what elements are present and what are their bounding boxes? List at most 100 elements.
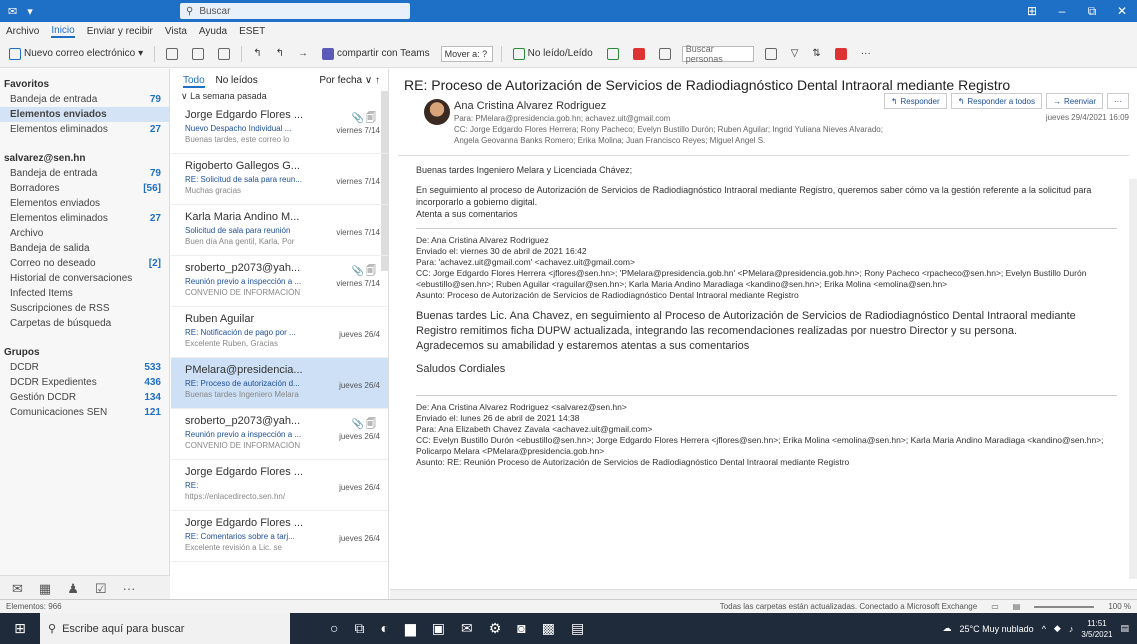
- weather-label[interactable]: 25°C Muy nublado: [960, 624, 1034, 634]
- calendar-icon[interactable]: ▦: [39, 581, 51, 597]
- group-item[interactable]: Comunicaciones SEN 121: [0, 405, 169, 420]
- reading-scrollbar[interactable]: [1129, 179, 1137, 579]
- folder-item[interactable]: Borradores [56]: [0, 181, 169, 196]
- tab-all[interactable]: Todo: [183, 74, 205, 88]
- filter-button[interactable]: ▽: [788, 46, 802, 61]
- rules-button[interactable]: [656, 46, 674, 62]
- favorites-header[interactable]: Favoritos: [0, 77, 169, 92]
- tray-chevron-icon[interactable]: ^: [1042, 624, 1046, 634]
- flag-button[interactable]: [630, 46, 648, 62]
- group-count: 436: [144, 377, 161, 388]
- folder-item[interactable]: Elementos enviados: [0, 107, 169, 122]
- notification-icon[interactable]: ▤: [1120, 623, 1129, 634]
- list-item[interactable]: Jorge Edgardo Flores ... Nuevo Despacho …: [171, 103, 388, 154]
- edge-icon[interactable]: ◐: [380, 620, 388, 637]
- mail-icon[interactable]: ✉: [461, 620, 473, 637]
- quick-access-dropdown-icon[interactable]: ▾: [27, 5, 33, 18]
- people-icon[interactable]: ♟: [67, 581, 79, 597]
- reply-all-button[interactable]: ↰: [273, 46, 287, 61]
- more-nav-icon[interactable]: ···: [123, 581, 136, 596]
- sort-dropdown[interactable]: Por fecha ∨ ↑: [319, 75, 380, 86]
- clock[interactable]: 11:51 3/5/2021: [1081, 618, 1112, 640]
- group-item[interactable]: DCDR 533: [0, 360, 169, 375]
- menu-vista[interactable]: Vista: [165, 26, 187, 37]
- zoom-level[interactable]: 100 %: [1108, 602, 1131, 611]
- windows-start-icon[interactable]: ⊞: [0, 620, 40, 637]
- close-icon[interactable]: ✕: [1107, 4, 1137, 18]
- cortana-icon[interactable]: ○: [330, 620, 338, 637]
- tab-unread[interactable]: No leídos: [215, 75, 257, 86]
- group-item[interactable]: Gestión DCDR 134: [0, 390, 169, 405]
- menu-eset[interactable]: ESET: [239, 26, 265, 37]
- move-button[interactable]: [215, 46, 233, 62]
- folder-item[interactable]: Bandeja de entrada 79: [0, 92, 169, 107]
- apps-button[interactable]: [832, 46, 850, 62]
- list-item-selected[interactable]: PMelara@presidencia... RE: Proceso de au…: [171, 358, 388, 409]
- normal-view-icon[interactable]: ▭: [991, 602, 999, 611]
- folder-item[interactable]: Bandeja de salida: [0, 241, 169, 256]
- list-item[interactable]: sroberto_p2073@yah... Reunión previo a i…: [171, 256, 388, 307]
- folder-item[interactable]: Elementos enviados: [0, 196, 169, 211]
- reading-horizontal-scrollbar[interactable]: [390, 589, 1137, 599]
- word-icon[interactable]: ▤: [571, 620, 584, 637]
- new-email-button[interactable]: Nuevo correo electrónico ▾: [6, 46, 146, 62]
- list-item[interactable]: Jorge Edgardo Flores ... RE: Comentarios…: [171, 511, 388, 562]
- menu-enviar-recibir[interactable]: Enviar y recibir: [87, 26, 153, 37]
- ribbon-display-icon[interactable]: ⊞: [1017, 4, 1047, 18]
- avatar[interactable]: [424, 99, 450, 125]
- search-people-input[interactable]: Buscar personas: [681, 44, 754, 64]
- folder-item[interactable]: Historial de conversaciones: [0, 271, 169, 286]
- more-ribbon-button[interactable]: ···: [858, 46, 874, 61]
- groups-header[interactable]: Grupos: [0, 345, 169, 360]
- task-view-icon[interactable]: ⧉: [354, 620, 364, 637]
- network-icon[interactable]: ◆: [1054, 623, 1061, 634]
- folder-item[interactable]: Infected Items: [0, 286, 169, 301]
- settings-icon[interactable]: ⚙: [489, 620, 502, 637]
- folder-item[interactable]: Elementos eliminados 27: [0, 122, 169, 137]
- list-item[interactable]: Karla Maria Andino M... Solicitud de sal…: [171, 205, 388, 256]
- list-item[interactable]: Jorge Edgardo Flores ... RE: https://enl…: [171, 460, 388, 511]
- folder-item[interactable]: Correo no deseado [2]: [0, 256, 169, 271]
- mail-icon[interactable]: ✉: [12, 581, 23, 597]
- file-explorer-icon[interactable]: ▆: [405, 620, 416, 637]
- forward-button[interactable]: → Reenviar: [1045, 93, 1103, 109]
- list-item[interactable]: Rigoberto Gallegos G... RE: Solicitud de…: [171, 154, 388, 205]
- taskbar-search[interactable]: ⚲ Escribe aquí para buscar: [40, 613, 290, 644]
- reply-all-button[interactable]: ↰ Responder a todos: [950, 93, 1042, 109]
- minimize-icon[interactable]: –: [1047, 4, 1077, 18]
- volume-icon[interactable]: ♪: [1069, 624, 1074, 634]
- address-book-button[interactable]: [762, 46, 780, 62]
- forward-button[interactable]: →: [295, 46, 311, 61]
- list-item[interactable]: sroberto_p2073@yah... Reunión previo a i…: [171, 409, 388, 460]
- list-item[interactable]: Ruben Aguilar RE: Notificación de pago p…: [171, 307, 388, 358]
- archive-button[interactable]: [189, 46, 207, 62]
- folder-item[interactable]: Carpetas de búsqueda: [0, 316, 169, 331]
- categorize-button[interactable]: [604, 46, 622, 62]
- excel-icon[interactable]: ▩: [542, 620, 555, 637]
- outlook-icon[interactable]: ◙: [517, 620, 525, 637]
- move-to-combo[interactable]: Mover a: ?: [440, 45, 493, 62]
- group-header[interactable]: ∨ La semana pasada: [171, 91, 388, 103]
- zoom-slider[interactable]: [1034, 605, 1095, 608]
- menu-inicio[interactable]: Inicio: [51, 25, 75, 38]
- group-item[interactable]: DCDR Expedientes 436: [0, 375, 169, 390]
- reply-button[interactable]: ↰: [250, 46, 264, 61]
- maximize-icon[interactable]: ⧉: [1077, 4, 1107, 19]
- tasks-icon[interactable]: ☑: [95, 581, 107, 597]
- reading-view-icon[interactable]: ▤: [1013, 602, 1021, 611]
- menu-archivo[interactable]: Archivo: [6, 26, 39, 37]
- title-search-box[interactable]: ⚲ Buscar: [180, 3, 410, 19]
- folder-item[interactable]: Suscripciones de RSS: [0, 301, 169, 316]
- folder-item[interactable]: Bandeja de entrada 79: [0, 166, 169, 181]
- delete-button[interactable]: [163, 46, 181, 62]
- folder-item[interactable]: Archivo: [0, 226, 169, 241]
- store-icon[interactable]: ▣: [432, 620, 445, 637]
- menu-ayuda[interactable]: Ayuda: [199, 26, 227, 37]
- share-teams-button[interactable]: compartir con Teams: [319, 46, 433, 62]
- folder-item[interactable]: Elementos eliminados 27: [0, 211, 169, 226]
- account-header[interactable]: salvarez@sen.hn: [0, 151, 169, 166]
- unread-read-button[interactable]: No leído/Leído: [510, 46, 596, 62]
- reply-button[interactable]: ↰ Responder: [883, 93, 947, 109]
- more-actions-button[interactable]: ···: [1107, 93, 1129, 109]
- sort-button[interactable]: ⇅: [809, 46, 823, 61]
